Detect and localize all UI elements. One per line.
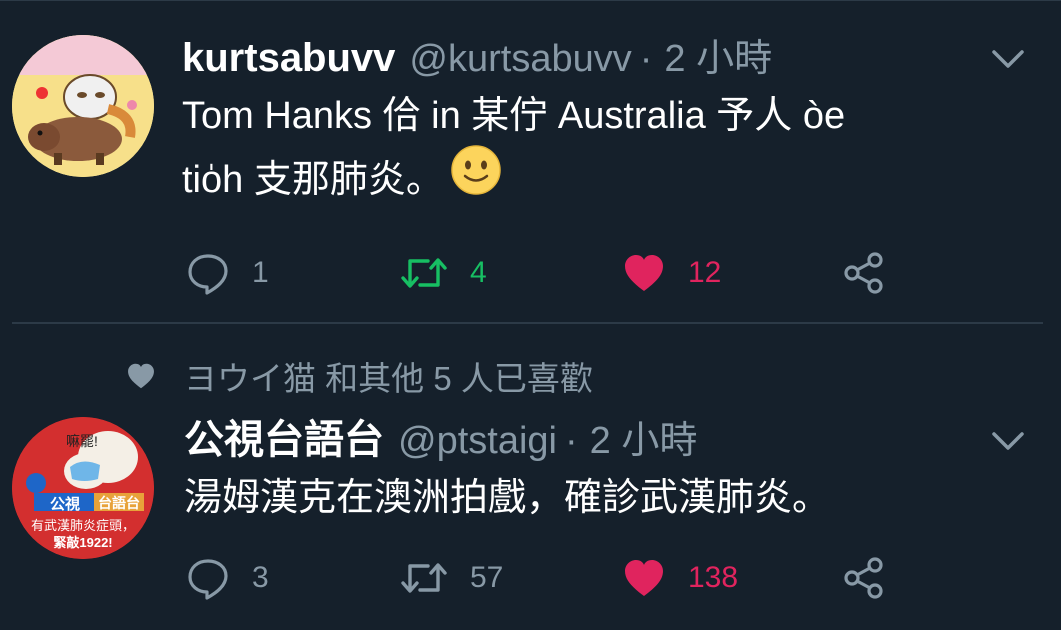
- share-icon: [844, 252, 883, 294]
- reply-icon: [188, 254, 228, 295]
- avatar-channel-text: 台語台: [98, 495, 140, 511]
- share-button[interactable]: [842, 248, 886, 298]
- tweet-ptstaigi[interactable]: 嘛罷! 公視 台語台 有武漢肺炎症頭， 緊敲1922! 公視台語台 @ptstai…: [0, 322, 1061, 630]
- tweet-text-line-1: Tom Hanks 佮 in 某佇 Australia 予人 òe: [182, 95, 846, 137]
- user-handle[interactable]: @kurtsabuvv: [409, 38, 631, 80]
- like-count: 138: [688, 561, 739, 594]
- chevron-down-icon[interactable]: [988, 426, 1028, 456]
- tweet-kurtsabuvv[interactable]: kurtsabuvv @kurtsabuvv · 2 小時 Tom Hanks 佮 i…: [0, 0, 1061, 322]
- tweet-text: Tom Hanks 佮 in 某佇 Australia 予人 òe tio̍h …: [182, 88, 845, 216]
- timestamp[interactable]: 2 小時: [590, 420, 698, 462]
- like-button[interactable]: 12: [622, 248, 721, 298]
- display-name[interactable]: 公視台語台: [184, 418, 384, 462]
- tweet-header: kurtsabuvv @kurtsabuvv · 2 小時: [182, 38, 772, 78]
- avatar-brand-text: 公視: [50, 496, 81, 513]
- heart-filled-icon: [625, 560, 663, 596]
- tweet-text: 湯姆漢克在澳洲拍戲，確診武漢肺炎。: [184, 477, 831, 519]
- reply-button[interactable]: 3: [186, 553, 269, 603]
- avatar-slogan-line-2: 緊敲1922!: [53, 535, 113, 550]
- share-button[interactable]: [842, 553, 886, 603]
- like-button[interactable]: 138: [622, 553, 738, 603]
- retweet-button[interactable]: 57: [400, 553, 503, 603]
- retweet-count: 4: [470, 256, 487, 289]
- separator-dot: ·: [639, 38, 653, 80]
- avatar-illustration: [12, 35, 154, 177]
- avatar-bubble-text: 嘛罷!: [66, 433, 98, 449]
- user-handle[interactable]: @ptstaigi: [398, 420, 557, 462]
- avatar[interactable]: 嘛罷! 公視 台語台 有武漢肺炎症頭， 緊敲1922!: [12, 417, 154, 559]
- slightly-smiling-face-emoji: [450, 144, 502, 212]
- like-count: 12: [688, 256, 722, 289]
- reply-count: 1: [252, 256, 269, 289]
- timestamp[interactable]: 2 小時: [664, 38, 772, 80]
- retweet-count: 57: [470, 561, 504, 594]
- share-icon: [844, 557, 883, 599]
- retweet-button[interactable]: 4: [400, 248, 487, 298]
- reply-icon: [188, 559, 228, 600]
- display-name[interactable]: kurtsabuvv: [182, 36, 395, 80]
- avatar[interactable]: [12, 35, 154, 177]
- tweet-header: 公視台語台 @ptstaigi · 2 小時: [184, 420, 697, 460]
- chevron-down-icon[interactable]: [988, 44, 1028, 74]
- retweet-icon: [401, 258, 447, 288]
- tweet-text-line-2: tio̍h 支那肺炎。: [182, 145, 845, 216]
- reply-count: 3: [252, 561, 269, 594]
- tweet-actions: 1 4 12: [186, 248, 906, 298]
- separator-dot: ·: [564, 420, 578, 462]
- heart-filled-icon: [625, 255, 663, 291]
- reply-button[interactable]: 1: [186, 248, 269, 298]
- retweet-icon: [401, 563, 447, 593]
- tweet-text-line-2-text: tio̍h 支那肺炎。: [182, 159, 444, 202]
- tweet-actions: 3 57 138: [186, 553, 906, 603]
